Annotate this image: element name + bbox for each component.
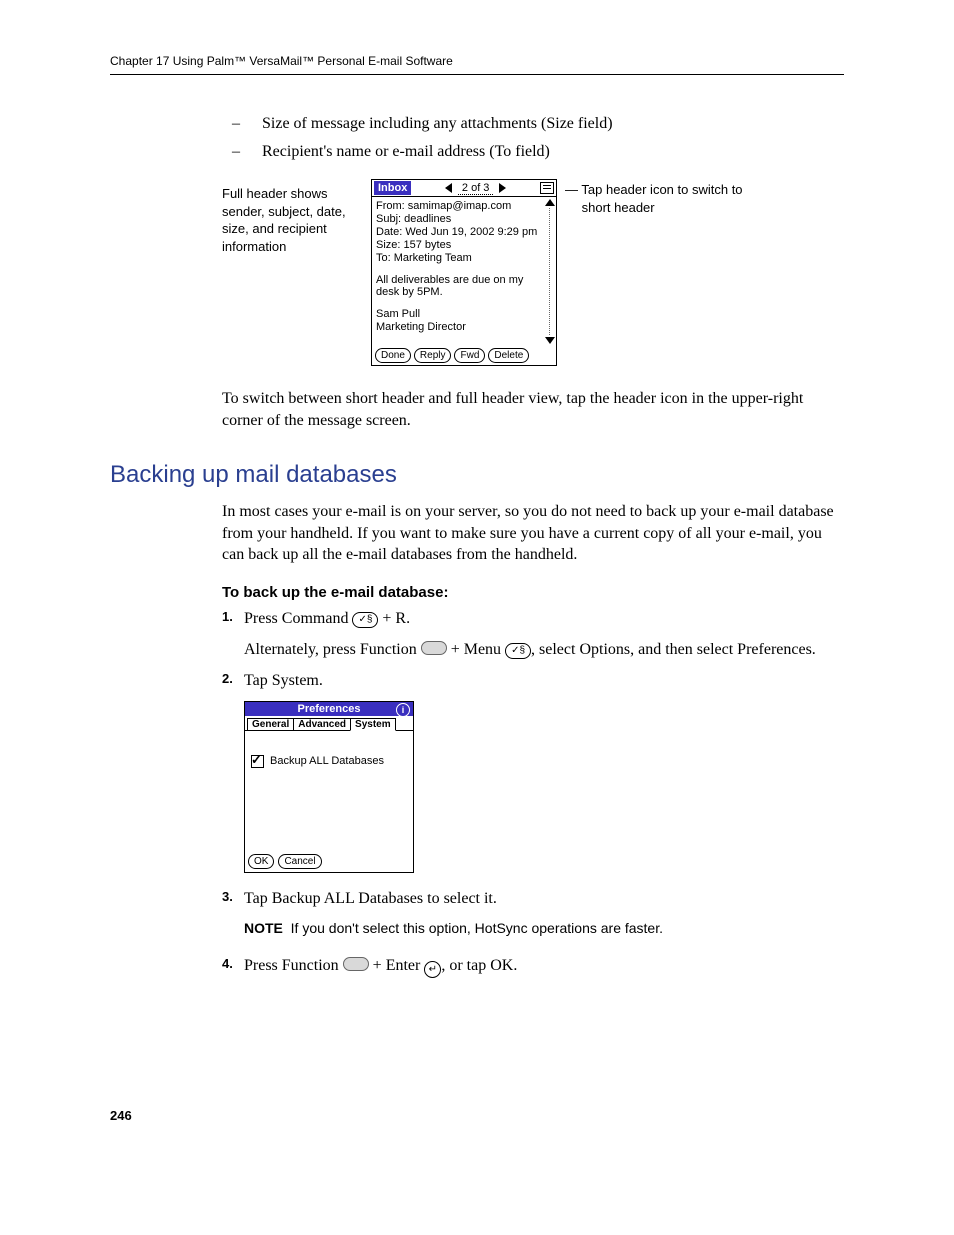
step-4: 4. Press Function + Enter ↵, or tap OK.: [222, 954, 844, 978]
tab-general[interactable]: General: [247, 718, 294, 731]
content-block-1: – Size of message including any attachme…: [222, 115, 844, 431]
step-body: Tap Backup ALL Databases to select it.: [244, 887, 844, 910]
figure-inbox: Full header shows sender, subject, date,…: [222, 179, 844, 366]
step-number: 3.: [222, 887, 244, 910]
prefs-body: Backup ALL Databases: [245, 731, 413, 851]
function-key-icon: [421, 641, 447, 655]
step-text: + Enter: [369, 957, 425, 974]
info-icon[interactable]: i: [396, 703, 410, 717]
step-text: + R.: [378, 610, 410, 627]
palm-body: From: samimap@imap.com Subj: deadlines D…: [372, 196, 556, 346]
prefs-title: Preferences: [298, 703, 361, 715]
step-2: 2. Tap System.: [222, 669, 844, 692]
tab-advanced[interactable]: Advanced: [293, 718, 351, 731]
figure-caption-left: Full header shows sender, subject, date,…: [222, 179, 371, 255]
backup-checkbox-label: Backup ALL Databases: [270, 755, 384, 767]
date-line: Date: Wed Jun 19, 2002 9:29 pm: [376, 226, 542, 238]
prefs-titlebar: Preferences i: [245, 702, 413, 716]
note-label: NOTE: [244, 920, 283, 936]
subject-line: Subj: deadlines: [376, 213, 542, 225]
content-block-2: In most cases your e-mail is on your ser…: [222, 501, 844, 978]
note-text: If you don't select this option, HotSync…: [291, 920, 663, 936]
reply-button[interactable]: Reply: [414, 348, 452, 363]
enter-key-icon: ↵: [424, 961, 441, 978]
scroll-track: [549, 208, 552, 335]
prev-icon[interactable]: [445, 183, 452, 193]
palm-title: Inbox: [374, 181, 411, 195]
palm-inbox-screenshot: Inbox 2 of 3 From: samimap@imap.com Subj…: [371, 179, 557, 366]
procedure-heading: To back up the e-mail database:: [222, 584, 844, 601]
backup-checkbox[interactable]: [251, 755, 264, 768]
step-body: Press Command ✓§ + R. Alternately, press…: [244, 607, 844, 661]
scroll-up-icon[interactable]: [545, 199, 555, 206]
caption-right-line1: Tap header icon to switch to: [581, 182, 742, 197]
palm-nav: 2 of 3: [411, 182, 540, 195]
delete-button[interactable]: Delete: [488, 348, 529, 363]
step-text: Alternately, press Function: [244, 641, 421, 658]
bullet-dash: –: [222, 115, 262, 133]
palm-titlebar: Inbox 2 of 3: [372, 180, 556, 196]
step-text: , or tap OK.: [441, 957, 517, 974]
prefs-tabs: General Advanced System: [245, 716, 413, 731]
cancel-button[interactable]: Cancel: [278, 854, 321, 869]
size-line: Size: 157 bytes: [376, 239, 542, 251]
step-body: Tap System.: [244, 669, 844, 692]
bullet-text: Recipient's name or e-mail address (To f…: [262, 143, 550, 161]
command-key-icon: ✓§: [352, 612, 378, 628]
bullet-text: Size of message including any attachment…: [262, 115, 613, 133]
step-text: , select Options, and then select Prefer…: [531, 641, 816, 658]
function-key-icon: [343, 957, 369, 971]
step-body: Press Function + Enter ↵, or tap OK.: [244, 954, 844, 978]
message-counter: 2 of 3: [458, 182, 494, 195]
note: NOTE If you don't select this option, Ho…: [244, 920, 844, 936]
from-line: From: samimap@imap.com: [376, 200, 542, 212]
ok-button[interactable]: OK: [248, 854, 274, 869]
next-icon[interactable]: [499, 183, 506, 193]
menu-key-icon: ✓§: [505, 643, 531, 659]
to-line: To: Marketing Team: [376, 252, 542, 264]
bullet-item: – Size of message including any attachme…: [222, 115, 844, 133]
tab-system[interactable]: System: [350, 718, 396, 731]
fwd-button[interactable]: Fwd: [454, 348, 485, 363]
done-button[interactable]: Done: [375, 348, 411, 363]
step-number: 4.: [222, 954, 244, 978]
step-text: Press Function: [244, 957, 343, 974]
step-3: 3. Tap Backup ALL Databases to select it…: [222, 887, 844, 910]
section-heading: Backing up mail databases: [110, 461, 844, 489]
header-rule: [110, 74, 844, 75]
scrollbar[interactable]: [545, 199, 555, 344]
step-number: 2.: [222, 669, 244, 692]
bullet-item: – Recipient's name or e-mail address (To…: [222, 143, 844, 161]
bullet-dash: –: [222, 143, 262, 161]
chapter-header: Chapter 17 Using Palm™ VersaMail™ Person…: [110, 54, 844, 68]
prefs-button-row: OK Cancel: [245, 851, 413, 872]
signature-name: Sam Pull: [376, 308, 542, 320]
step-text: Press Command: [244, 610, 352, 627]
header-toggle-icon[interactable]: [540, 182, 554, 194]
scroll-down-icon[interactable]: [545, 337, 555, 344]
message-body: All deliverables are due on my desk by 5…: [376, 274, 542, 298]
caption-right-line2: short header: [582, 200, 655, 215]
page: Chapter 17 Using Palm™ VersaMail™ Person…: [0, 0, 954, 1163]
step-text: + Menu: [447, 641, 505, 658]
step-1: 1. Press Command ✓§ + R. Alternately, pr…: [222, 607, 844, 661]
figure-caption-right: — Tap header icon to switch to — short h…: [557, 179, 743, 216]
paragraph: In most cases your e-mail is on your ser…: [222, 501, 844, 566]
palm-button-row: Done Reply Fwd Delete: [372, 346, 556, 365]
page-number: 246: [110, 1108, 844, 1123]
palm-preferences-screenshot: Preferences i General Advanced System Ba…: [244, 701, 414, 873]
signature-title: Marketing Director: [376, 321, 542, 333]
step-number: 1.: [222, 607, 244, 661]
paragraph: To switch between short header and full …: [222, 388, 844, 431]
